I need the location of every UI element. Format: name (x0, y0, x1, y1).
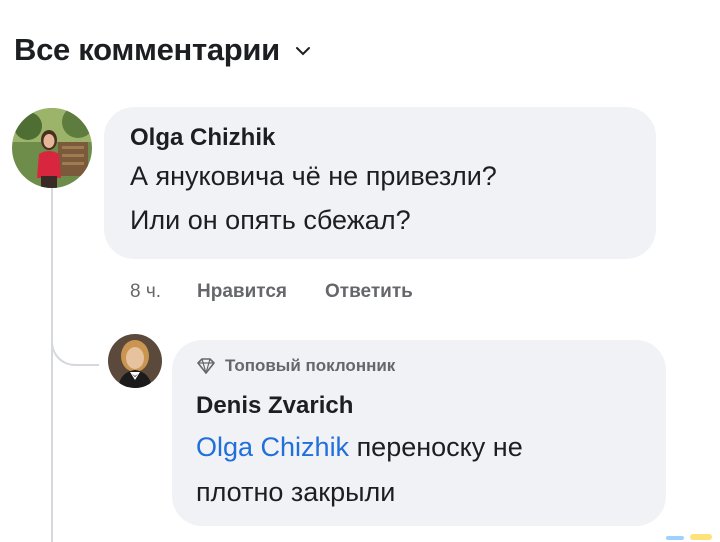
reply-text-line-2: плотно закрыли (196, 477, 396, 507)
comment-actions: 8 ч. Нравится Ответить (130, 281, 451, 303)
avatar[interactable] (108, 334, 162, 388)
thread-line (51, 180, 53, 542)
reply-connector (51, 318, 99, 366)
diamond-icon (197, 358, 215, 374)
reply-author[interactable]: Denis Zvarich (196, 392, 353, 420)
profile-photo-icon (108, 334, 162, 388)
avatar[interactable] (12, 108, 92, 188)
comment-text-line-2: Или он опять сбежал? (130, 205, 411, 235)
reply-button[interactable]: Ответить (325, 281, 413, 303)
comment-timestamp[interactable]: 8 ч. (130, 281, 161, 303)
top-fan-badge: Топовый поклонник (196, 356, 395, 376)
comment-author[interactable]: Olga Chizhik (130, 124, 275, 152)
reply-text-line-1: Olga Chizhik переноску не (196, 429, 523, 466)
decorative-edge (666, 534, 712, 540)
comments-filter[interactable]: Все комментарии (14, 32, 312, 68)
like-button[interactable]: Нравится (197, 281, 287, 303)
profile-photo-icon (12, 108, 92, 188)
mention-link[interactable]: Olga Chizhik (196, 432, 349, 462)
chevron-down-icon (295, 47, 310, 56)
badge-label: Топовый поклонник (225, 356, 396, 375)
comments-filter-label: Все комментарии (14, 32, 280, 67)
reply-text-rest: переноску не (349, 432, 523, 462)
comment-text-line-1: А януковича чё не привезли? (130, 161, 497, 191)
